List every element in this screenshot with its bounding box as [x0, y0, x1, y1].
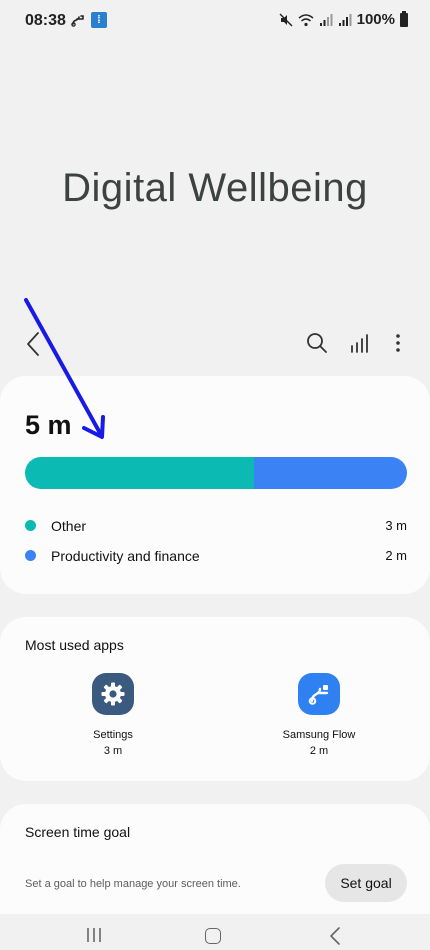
status-time: 08:38 [25, 12, 66, 29]
home-icon[interactable] [205, 928, 221, 944]
legend-time: 3 m [385, 518, 407, 533]
mute-icon [279, 13, 293, 26]
signal-icon [319, 13, 333, 26]
samsung-internet-icon: ⁞ [91, 12, 107, 28]
usage-bar-segment-productivity [254, 457, 407, 489]
legend-dot-productivity [25, 550, 36, 561]
toolbar [0, 322, 430, 366]
status-system-icons: 100% [279, 10, 408, 28]
app-tile-samsung-flow[interactable]: Samsung Flow 2 m [259, 673, 379, 757]
samsung-flow-icon [71, 15, 84, 27]
legend-label: Productivity and finance [51, 548, 200, 564]
recent-apps-icon[interactable] [85, 927, 103, 943]
signal-icon [338, 13, 352, 26]
app-tile-settings[interactable]: Settings 3 m [53, 673, 173, 757]
set-goal-button[interactable]: Set goal [325, 864, 407, 902]
status-notification-icons: ⁞ [71, 12, 107, 28]
app-time: 2 m [309, 745, 329, 757]
samsung-flow-icon [298, 673, 340, 715]
screen-time-goal-description: Set a goal to help manage your screen ti… [25, 878, 241, 890]
most-used-apps-card: Most used apps Settings 3 m Samsung Flow… [0, 617, 430, 781]
legend-row-other[interactable]: Other 3 m [25, 516, 407, 536]
screen-time-goal-heading: Screen time goal [25, 824, 131, 840]
status-bar: 08:38 ⁞ 100% [0, 0, 430, 42]
wifi-icon [298, 13, 314, 26]
back-nav-icon[interactable] [328, 926, 342, 946]
app-name: Settings [93, 729, 133, 741]
legend-row-productivity[interactable]: Productivity and finance 2 m [25, 546, 407, 566]
category-usage-bar[interactable] [25, 457, 407, 489]
page-title: Digital Wellbeing [62, 166, 368, 210]
settings-gear-icon [92, 673, 134, 715]
battery-percent: 100% [356, 11, 395, 28]
legend-dot-other [25, 520, 36, 531]
app-name: Samsung Flow [282, 729, 356, 741]
legend-label: Other [51, 518, 87, 534]
bar-chart-icon[interactable] [350, 332, 372, 354]
usage-summary-card[interactable]: 5 m Other 3 m Productivity and finance 2… [0, 376, 430, 594]
more-icon[interactable] [392, 332, 404, 354]
screen-time-goal-card: Screen time goal Set a goal to help mana… [0, 804, 430, 914]
search-icon[interactable] [306, 332, 328, 354]
app-time: 3 m [103, 745, 123, 757]
total-screen-time: 5 m [25, 410, 72, 440]
back-icon[interactable] [22, 330, 46, 358]
usage-bar-segment-other [25, 457, 255, 489]
legend-time: 2 m [385, 548, 407, 563]
system-navigation-bar [0, 914, 430, 950]
most-used-apps-heading: Most used apps [25, 637, 124, 653]
battery-icon [400, 10, 408, 27]
